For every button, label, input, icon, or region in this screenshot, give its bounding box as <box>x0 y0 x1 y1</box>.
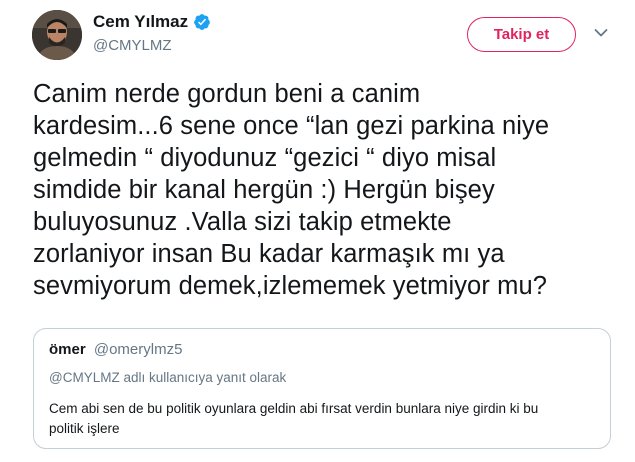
tweet-text-line: zorlaniyor insan Bu kadar karmaşık mı ya <box>33 240 505 268</box>
author-name[interactable]: Cem Yılmaz <box>93 12 211 32</box>
quoted-text-line: politik işlere <box>49 421 120 436</box>
tweet-text-line: gelmedin “ diyodunuz “gezici “ diyo misa… <box>33 144 497 172</box>
tweet-text-line: kardesim...6 sene once “lan gezi parkina… <box>33 112 550 140</box>
tweet-text-line: Canim nerde gordun beni a canim <box>33 80 421 108</box>
author-avatar[interactable] <box>32 10 82 60</box>
tweet-card: Cem Yılmaz @CMYLMZ Takip et Canim nerde … <box>0 0 635 462</box>
verified-badge-icon <box>193 13 211 31</box>
quoted-tweet-text: Cem abi sen de bu politik oyunlara geldi… <box>49 399 599 439</box>
author-handle[interactable]: @CMYLMZ <box>93 37 172 54</box>
quoted-tweet-author: ömer @omerylmz5 <box>49 341 182 358</box>
tweet-text-line: sevmiyorum demek,izlememek yetmiyor mu? <box>33 272 548 300</box>
reply-context[interactable]: @CMYLMZ adlı kullanıcıya yanıt olarak <box>49 370 286 385</box>
user-photo-icon <box>32 10 82 60</box>
quoted-text-line: Cem abi sen de bu politik oyunlara geldi… <box>49 401 539 416</box>
follow-button[interactable]: Takip et <box>467 17 576 52</box>
tweet-text-line: buluyosunuz .Valla sizi takip etmekte <box>33 208 452 236</box>
quoted-author-name: ömer <box>49 341 86 358</box>
chevron-down-icon[interactable] <box>594 28 608 38</box>
tweet-text-line: simdide bir kanal hergün :) Hergün bişey <box>33 176 495 204</box>
quoted-tweet[interactable]: ömer @omerylmz5 @CMYLMZ adlı kullanıcıya… <box>33 328 611 449</box>
tweet-text: Canim nerde gordun beni a canim kardesim… <box>33 78 623 302</box>
author-name-text: Cem Yılmaz <box>93 12 189 31</box>
quoted-author-handle: @omerylmz5 <box>93 341 183 358</box>
